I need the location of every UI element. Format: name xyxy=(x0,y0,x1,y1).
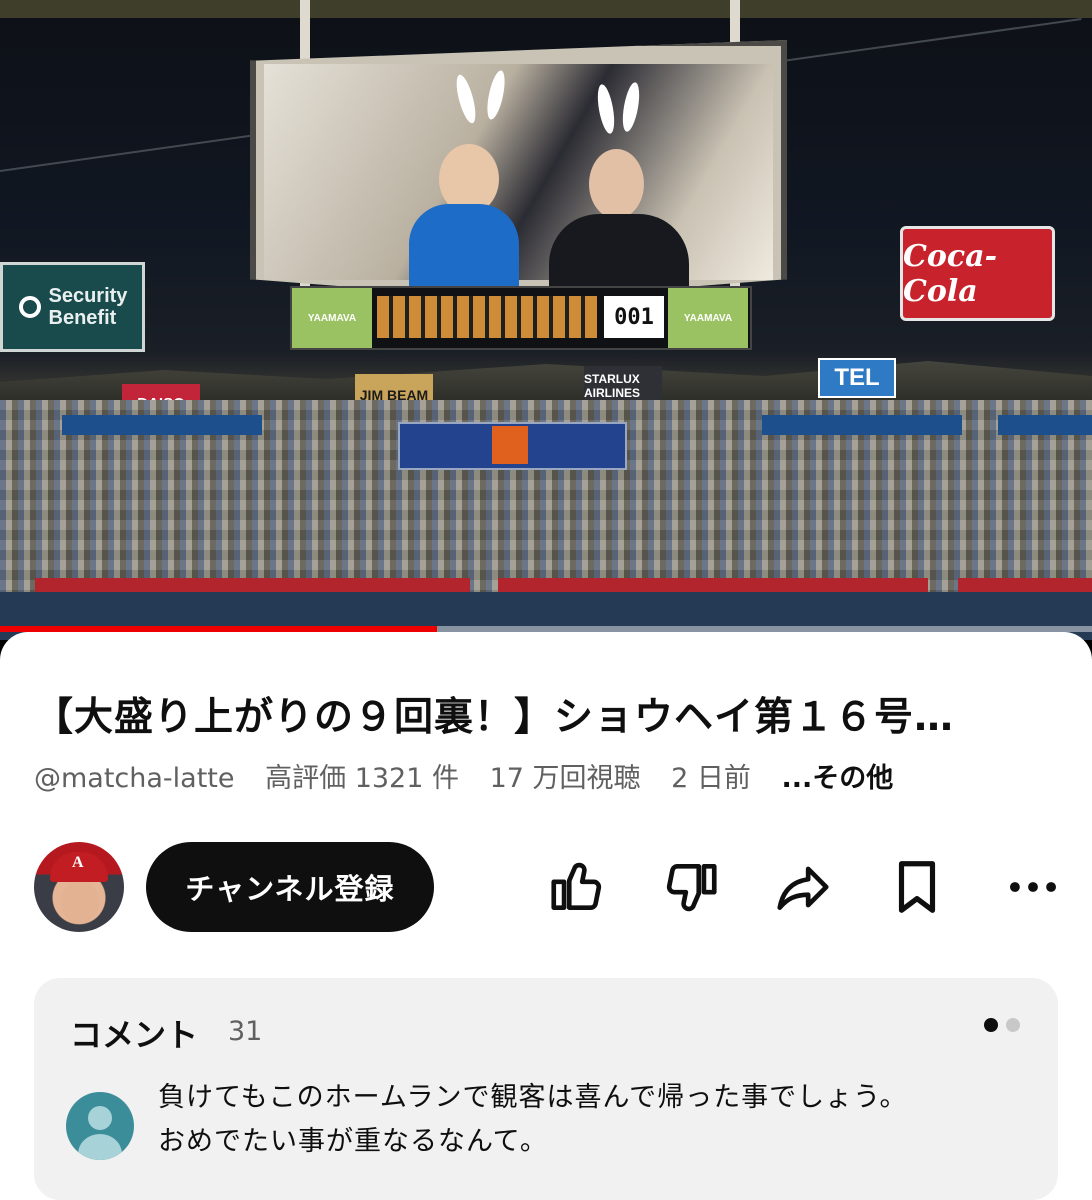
dislike-icon xyxy=(666,864,717,912)
comments-title: コメント xyxy=(70,1016,199,1054)
tel-sign: TEL xyxy=(818,358,896,398)
dodgers-banner xyxy=(62,415,262,435)
upload-age: 2 日前 xyxy=(671,763,751,794)
dislike-button[interactable] xyxy=(654,850,728,924)
commenter-avatar-icon xyxy=(66,1092,134,1160)
video-player[interactable]: YAAMAVA 001 YAAMAVA Security Benefit Coc… xyxy=(0,0,1092,640)
score-display: 001 xyxy=(604,296,664,338)
video-top-strip xyxy=(0,0,1092,18)
scoreboard: YAAMAVA 001 YAAMAVA xyxy=(290,286,752,350)
save-button[interactable] xyxy=(880,850,954,924)
channel-handle[interactable]: @matcha-latte xyxy=(34,763,235,794)
save-icon xyxy=(898,861,936,913)
page-dot-inactive xyxy=(1006,1018,1020,1032)
comments-count: 31 xyxy=(228,1016,263,1047)
more-details-link[interactable]: ...その他 xyxy=(782,763,894,794)
security-benefit-sign: Security Benefit xyxy=(0,262,145,352)
cap-logo-icon: A xyxy=(72,854,84,871)
like-count: 高評価 1321 件 xyxy=(265,763,459,794)
center-field-screen xyxy=(398,422,627,470)
comments-card[interactable]: コメント 31 負けてもこのホームランで観客は喜んで帰った事でしょう。 おめでた… xyxy=(34,978,1058,1200)
video-details-sheet: 【大盛り上がりの９回裏！】ショウヘイ第１６号… @matcha-latte 高評… xyxy=(0,632,1092,1200)
subscribe-button[interactable]: チャンネル登録 xyxy=(146,842,434,932)
share-icon xyxy=(777,866,829,910)
more-actions-button[interactable] xyxy=(996,850,1070,924)
video-title[interactable]: 【大盛り上がりの９回裏！】ショウヘイ第１６号… xyxy=(34,686,1064,742)
top-comment-text: 負けてもこのホームランで観客は喜んで帰った事でしょう。 おめでたい事が重なるなん… xyxy=(158,1082,908,1157)
dodgers-banner xyxy=(762,415,962,435)
more-icon xyxy=(1010,882,1056,892)
security-benefit-logo-icon xyxy=(18,296,41,318)
like-icon xyxy=(551,862,602,910)
stadium-video-board xyxy=(250,40,787,300)
page-dot-active xyxy=(984,1018,998,1032)
view-count: 17 万回視聴 xyxy=(489,763,641,794)
avatar-face xyxy=(61,880,99,924)
comments-page-dots xyxy=(984,1018,1020,1032)
like-button[interactable] xyxy=(540,850,614,924)
dodgers-banner xyxy=(998,415,1092,435)
video-meta-row[interactable]: @matcha-latte 高評価 1321 件 17 万回視聴 2 日前 ..… xyxy=(34,756,893,795)
coca-cola-sign: Coca-Cola xyxy=(900,226,1055,321)
channel-avatar[interactable]: A xyxy=(34,842,124,932)
share-button[interactable] xyxy=(766,850,840,924)
yaamava-ad-right: YAAMAVA xyxy=(668,288,748,348)
yaamava-ad-left: YAAMAVA xyxy=(292,288,372,348)
